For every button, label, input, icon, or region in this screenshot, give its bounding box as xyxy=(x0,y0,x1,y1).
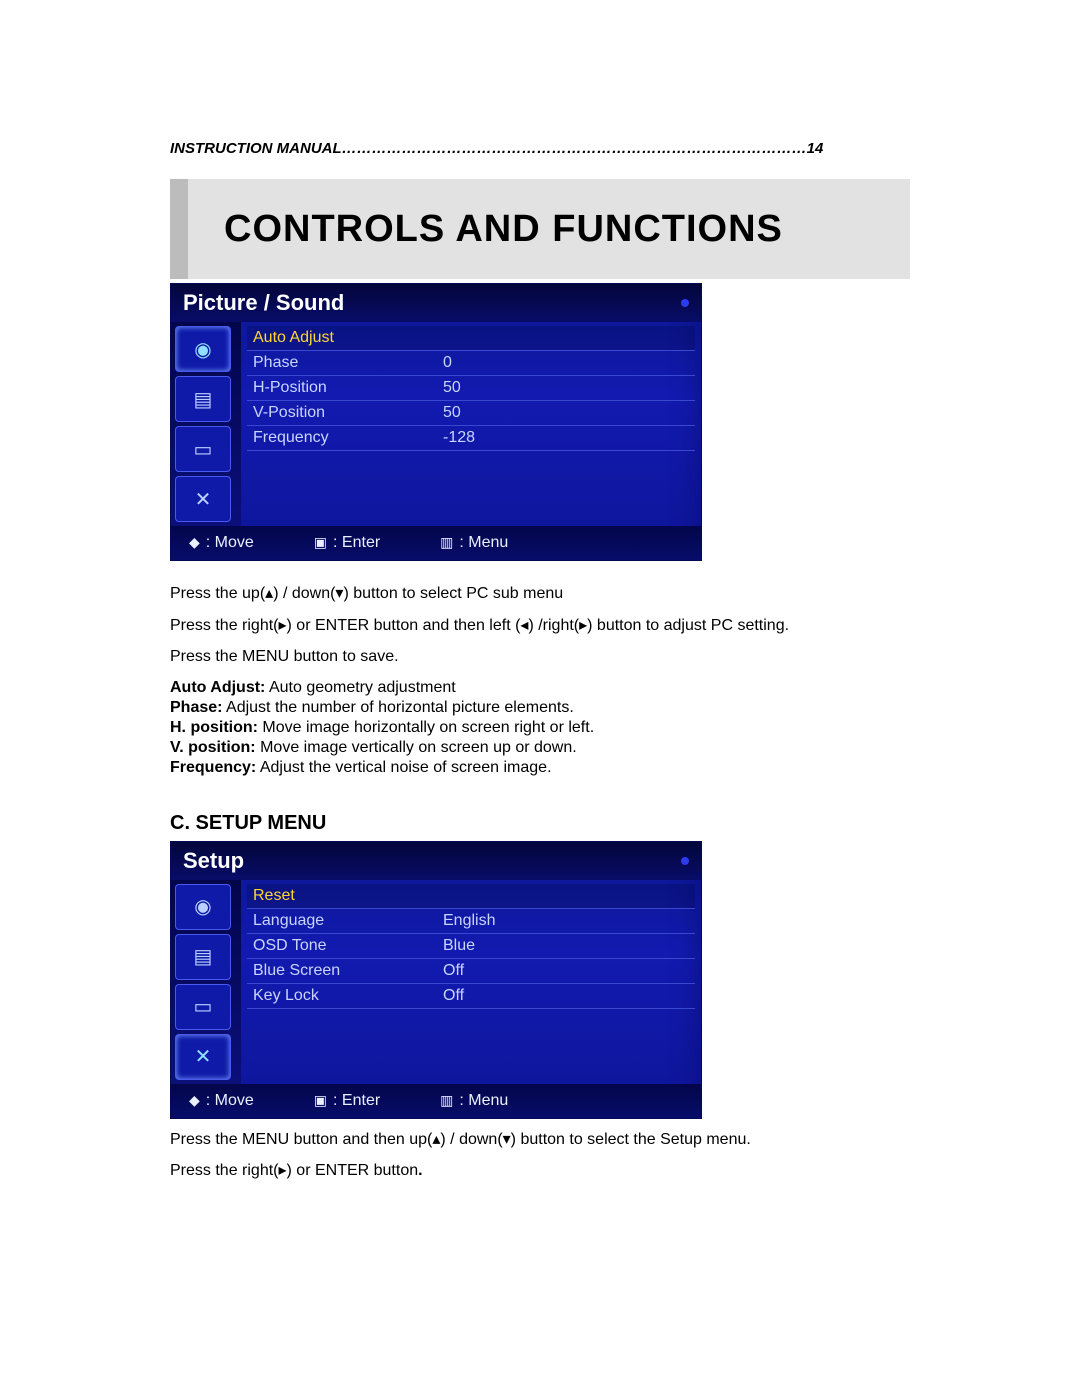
footer-menu: ▥: Menu xyxy=(440,1092,508,1110)
osd-row[interactable]: Reset xyxy=(247,884,695,909)
page-header: INSTRUCTION MANUAL…………………………………………………………… xyxy=(170,140,910,157)
picture-icon[interactable]: ◉ xyxy=(175,884,231,930)
section-banner: CONTROLS AND FUNCTIONS xyxy=(170,179,910,279)
definitions-list: Auto Adjust: Auto geometry adjustmentPha… xyxy=(170,678,910,778)
definition-line: Frequency: Adjust the vertical noise of … xyxy=(170,758,910,778)
osd-row-label: Phase xyxy=(253,354,443,372)
definition-term: H. position: xyxy=(170,719,258,736)
osd-title-dot-icon xyxy=(681,299,689,307)
definition-desc: Move image horizontally on screen right … xyxy=(258,719,594,736)
osd-row-value: 50 xyxy=(443,379,689,397)
osd-row-label: Auto Adjust xyxy=(253,329,443,347)
footer-enter: ▣: Enter xyxy=(314,1092,380,1110)
instr-line: Press the up(▴) / down(▾) button to sele… xyxy=(170,583,910,605)
osd-footer: ◆: Move ▣: Enter ▥: Menu xyxy=(171,526,701,560)
header-label: INSTRUCTION MANUAL xyxy=(170,140,342,157)
osd-row-label: V-Position xyxy=(253,404,443,422)
square-icon: ▣ xyxy=(314,534,327,550)
definition-desc: Auto geometry adjustment xyxy=(265,679,455,696)
footer-move: ◆: Move xyxy=(189,1092,254,1110)
osd-row[interactable]: Auto Adjust xyxy=(247,326,695,351)
video-icon[interactable]: ▤ xyxy=(175,376,231,422)
osd-row-value: Off xyxy=(443,987,689,1005)
osd-row[interactable]: Key LockOff xyxy=(247,984,695,1009)
osd-row[interactable]: LanguageEnglish xyxy=(247,909,695,934)
banner-title: CONTROLS AND FUNCTIONS xyxy=(224,208,783,251)
definition-term: Phase: xyxy=(170,699,222,716)
instr-line: Press the MENU button to save. xyxy=(170,646,910,668)
osd-row[interactable]: OSD ToneBlue xyxy=(247,934,695,959)
menu-icon: ▥ xyxy=(440,1092,453,1108)
osd-picture-sound: Picture / Sound ◉ ▤ ▭ ✕ Auto Adjust Phase… xyxy=(170,283,702,561)
osd-row-label: Frequency xyxy=(253,429,443,447)
osd-row-value: English xyxy=(443,912,689,930)
osd-row-label: OSD Tone xyxy=(253,937,443,955)
osd-table: ResetLanguageEnglishOSD ToneBlueBlue Scr… xyxy=(241,880,701,1084)
instructions-1: Press the up(▴) / down(▾) button to sele… xyxy=(170,583,910,778)
osd-title-text: Setup xyxy=(183,848,244,874)
definition-line: V. position: Move image vertically on sc… xyxy=(170,738,910,758)
definition-line: Phase: Adjust the number of horizontal p… xyxy=(170,698,910,718)
osd-table: Auto AdjustPhase0H-Position50V-Position5… xyxy=(241,322,701,526)
header-pagenum: 14 xyxy=(807,140,824,157)
definition-line: H. position: Move image horizontally on … xyxy=(170,718,910,738)
instr-line: Press the MENU button and then up(▴) / d… xyxy=(170,1129,910,1151)
osd-title-dot-icon xyxy=(681,857,689,865)
definition-term: V. position: xyxy=(170,739,256,756)
osd-sidebar: ◉ ▤ ▭ ✕ xyxy=(171,880,241,1084)
osd-title-bar: Setup xyxy=(171,842,701,880)
instructions-2: Press the MENU button and then up(▴) / d… xyxy=(170,1129,910,1182)
osd-row-value: Off xyxy=(443,962,689,980)
instr-line: Press the right(▸) or ENTER button. xyxy=(170,1160,910,1182)
display-icon[interactable]: ▭ xyxy=(175,426,231,472)
osd-row-value: Blue xyxy=(443,937,689,955)
osd-row-label: Blue Screen xyxy=(253,962,443,980)
video-icon[interactable]: ▤ xyxy=(175,934,231,980)
osd-title-text: Picture / Sound xyxy=(183,290,344,316)
osd-row-value: 0 xyxy=(443,354,689,372)
display-icon[interactable]: ▭ xyxy=(175,984,231,1030)
definition-desc: Move image vertically on screen up or do… xyxy=(256,739,577,756)
footer-menu: ▥: Menu xyxy=(440,534,508,552)
square-icon: ▣ xyxy=(314,1092,327,1108)
osd-row-value: 50 xyxy=(443,404,689,422)
instr-line: Press the right(▸) or ENTER button and t… xyxy=(170,615,910,637)
osd-footer: ◆: Move ▣: Enter ▥: Menu xyxy=(171,1084,701,1118)
banner-stripe xyxy=(170,179,188,279)
footer-move: ◆: Move xyxy=(189,534,254,552)
osd-row[interactable]: Blue ScreenOff xyxy=(247,959,695,984)
osd-row-label: Key Lock xyxy=(253,987,443,1005)
definition-term: Auto Adjust: xyxy=(170,679,265,696)
osd-row-value xyxy=(443,329,689,347)
osd-sidebar: ◉ ▤ ▭ ✕ xyxy=(171,322,241,526)
settings-icon[interactable]: ✕ xyxy=(175,476,231,522)
osd-row[interactable]: Frequency-128 xyxy=(247,426,695,451)
osd-setup: Setup ◉ ▤ ▭ ✕ ResetLanguageEnglishOSD To… xyxy=(170,841,702,1119)
updown-icon: ◆ xyxy=(189,534,200,550)
header-dots: ………………………………………………………………………………… xyxy=(342,140,807,157)
osd-row-label: Reset xyxy=(253,887,443,905)
picture-icon[interactable]: ◉ xyxy=(175,326,231,372)
menu-icon: ▥ xyxy=(440,534,453,550)
definition-term: Frequency: xyxy=(170,759,256,776)
osd-row[interactable]: Phase0 xyxy=(247,351,695,376)
osd-row-value: -128 xyxy=(443,429,689,447)
updown-icon: ◆ xyxy=(189,1092,200,1108)
definition-line: Auto Adjust: Auto geometry adjustment xyxy=(170,678,910,698)
osd-title-bar: Picture / Sound xyxy=(171,284,701,322)
settings-icon[interactable]: ✕ xyxy=(175,1034,231,1080)
footer-enter: ▣: Enter xyxy=(314,534,380,552)
osd-row-value xyxy=(443,887,689,905)
osd-row-label: H-Position xyxy=(253,379,443,397)
section-heading-c: C. SETUP MENU xyxy=(170,812,910,835)
osd-row[interactable]: H-Position50 xyxy=(247,376,695,401)
osd-row[interactable]: V-Position50 xyxy=(247,401,695,426)
definition-desc: Adjust the vertical noise of screen imag… xyxy=(256,759,551,776)
osd-row-label: Language xyxy=(253,912,443,930)
definition-desc: Adjust the number of horizontal picture … xyxy=(222,699,573,716)
